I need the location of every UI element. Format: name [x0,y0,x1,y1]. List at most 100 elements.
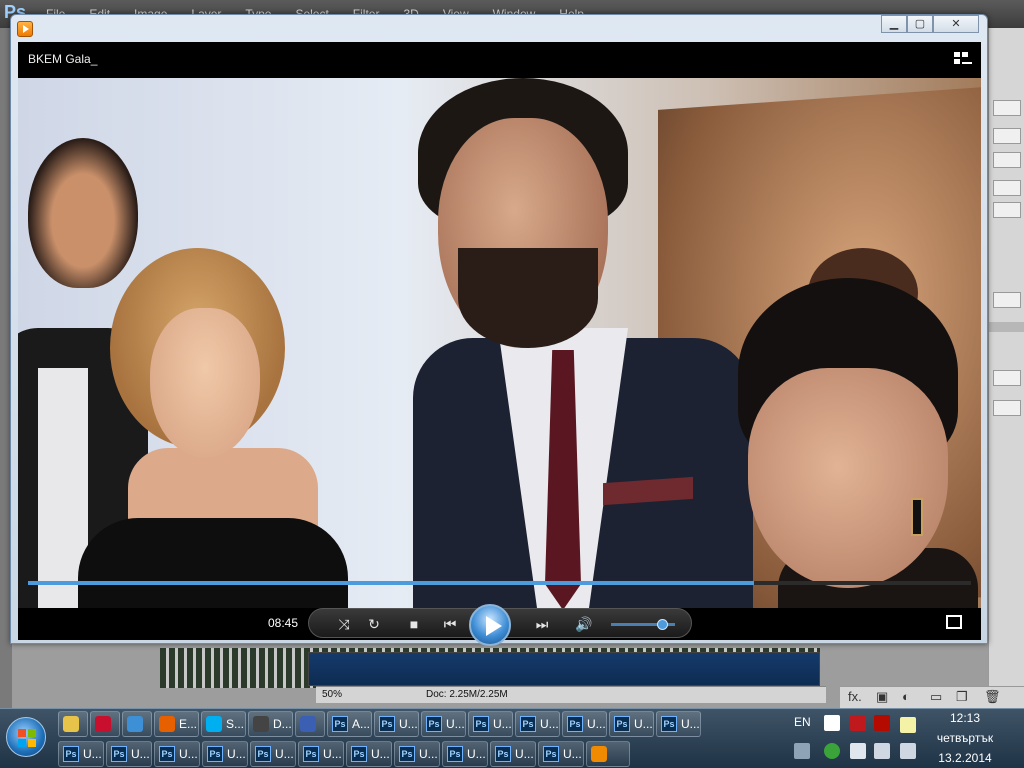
taskbar-button-label: U... [323,747,342,761]
taskbar-button[interactable]: Ps U... [394,741,440,767]
taskbar-button[interactable]: Ps U... [562,711,607,737]
taskbar-button[interactable]: Ps U... [538,741,584,767]
taskbar-button[interactable]: Ps U... [442,741,488,767]
elapsed-time: 08:45 [268,616,299,630]
panel-dropdown[interactable] [993,152,1021,168]
taskbar-button[interactable]: Ps U... [490,741,536,767]
next-icon[interactable]: ⏭ [527,614,557,634]
taskbar-button[interactable]: Ps U... [609,711,654,737]
volume-slider[interactable] [611,619,675,630]
ps-icon: Ps [661,716,677,732]
switch-to-library-icon[interactable] [954,52,972,66]
ps-icon: Ps [543,746,559,762]
taskbar-button[interactable] [58,711,88,737]
taskbar-button[interactable] [295,711,325,737]
volume-icon[interactable]: 🔊 [573,614,595,634]
clock-time[interactable]: 12:13 [920,711,1010,725]
taskbar-button[interactable]: Ps U... [515,711,560,737]
panel-field[interactable] [993,180,1021,196]
network-icon[interactable] [874,743,890,759]
woman-right-earring [911,498,923,536]
mask-icon[interactable]: ▣ [876,689,888,705]
taskbar-button[interactable]: Ps U... [298,741,344,767]
adjustment-icon[interactable]: ◐ [902,689,910,704]
panel-dropdown[interactable] [993,100,1021,116]
volume-knob[interactable] [657,619,669,630]
folder-icon [63,716,79,732]
layers-panel-footer: fx. ▣ ◐ ▭ ❐ 🗑 [840,686,1024,708]
keyboard-icon[interactable] [794,743,810,759]
man-center-beard [458,248,598,348]
language-indicator[interactable]: EN [794,715,811,729]
new-layer-icon[interactable]: ❐ [956,689,968,705]
flag-icon[interactable] [850,743,866,759]
stop-icon[interactable]: ■ [403,614,425,634]
panel-header [989,322,1024,332]
taskbar-button-label: U... [515,747,534,761]
video-frame[interactable] [18,78,981,608]
adobe-icon[interactable] [874,715,890,731]
seek-progress [28,581,755,585]
info-icon[interactable] [824,743,840,759]
taskbar-button-label: U... [275,747,294,761]
clock-date: 13.2.2014 [938,751,992,765]
panel-dropdown[interactable] [993,370,1021,386]
zoom-level[interactable]: 50% [322,689,342,700]
ps-icon: Ps [303,746,319,762]
taskbar-button[interactable]: Ps U... [421,711,466,737]
taskbar-button[interactable]: Ps U... [656,711,701,737]
ps-icon: Ps [379,716,395,732]
panel-field[interactable] [993,202,1021,218]
taskbar-button-label: U... [227,747,246,761]
panel-dropdown[interactable] [993,292,1021,308]
close-button[interactable]: ✕ [933,15,979,33]
lav-icon[interactable] [824,715,840,731]
fullscreen-icon[interactable] [946,615,962,629]
taskbar-button[interactable]: Ps U... [346,741,392,767]
repeat-icon[interactable]: ↻ [363,614,385,634]
taskbar-button-label: E... [179,717,198,731]
taskbar-button[interactable]: D... [248,711,293,737]
taskbar-button[interactable]: Ps A... [327,711,372,737]
seek-bar[interactable] [28,581,971,585]
taskbar-button[interactable]: E... [154,711,199,737]
video-title: BKEM Gala_ [28,52,98,66]
ps-icon: Ps [614,716,630,732]
taskbar-button[interactable]: Ps U... [250,741,296,767]
taskbar-button[interactable] [122,711,152,737]
taskbar-button[interactable] [586,741,630,767]
speaker-icon[interactable] [900,743,916,759]
play-button[interactable] [469,604,511,646]
notes-icon[interactable] [900,717,916,733]
woman-blonde-dress [78,518,348,608]
minimize-button[interactable]: ▁ [881,15,907,33]
taskbar-button[interactable]: Ps U... [202,741,248,767]
trash-icon[interactable]: 🗑 [984,689,1001,705]
ps-icon: Ps [207,746,223,762]
panel-dropdown[interactable] [993,400,1021,416]
ps-icon: Ps [159,746,175,762]
lav-red-icon[interactable] [850,715,866,731]
document-screenshot-preview [308,652,820,686]
shuffle-icon[interactable]: ⤨ [333,614,355,634]
taskbar-button-label: U... [446,717,465,731]
windows-taskbar: E... S... D... Ps A... Ps U... Ps U... Ps U... Ps U.… [0,708,1024,768]
woman-blonde-face [150,308,260,458]
taskbar-button[interactable]: Ps U... [58,741,104,767]
maximize-button[interactable]: ▢ [907,15,933,33]
taskbar-button[interactable]: S... [201,711,246,737]
taskbar-button-label: U... [131,747,150,761]
previous-icon[interactable]: ⏮ [435,614,465,634]
taskbar-button[interactable]: Ps U... [374,711,419,737]
taskbar-button[interactable]: Ps U... [154,741,200,767]
taskbar-button-label: U... [681,717,700,731]
taskbar-button[interactable]: Ps U... [106,741,152,767]
taskbar-button[interactable]: Ps U... [468,711,513,737]
taskbar-button[interactable] [90,711,120,737]
panel-dropdown[interactable] [993,128,1021,144]
start-button[interactable] [6,717,46,757]
group-folder-icon[interactable]: ▭ [930,689,942,705]
taskbar-button-label: U... [419,747,438,761]
player-content: BKEM Gala_ 08:45 ⤨ ↻ ■ ⏮ ⏭ 🔊 [18,42,981,646]
fx-icon[interactable]: fx. [848,689,862,704]
